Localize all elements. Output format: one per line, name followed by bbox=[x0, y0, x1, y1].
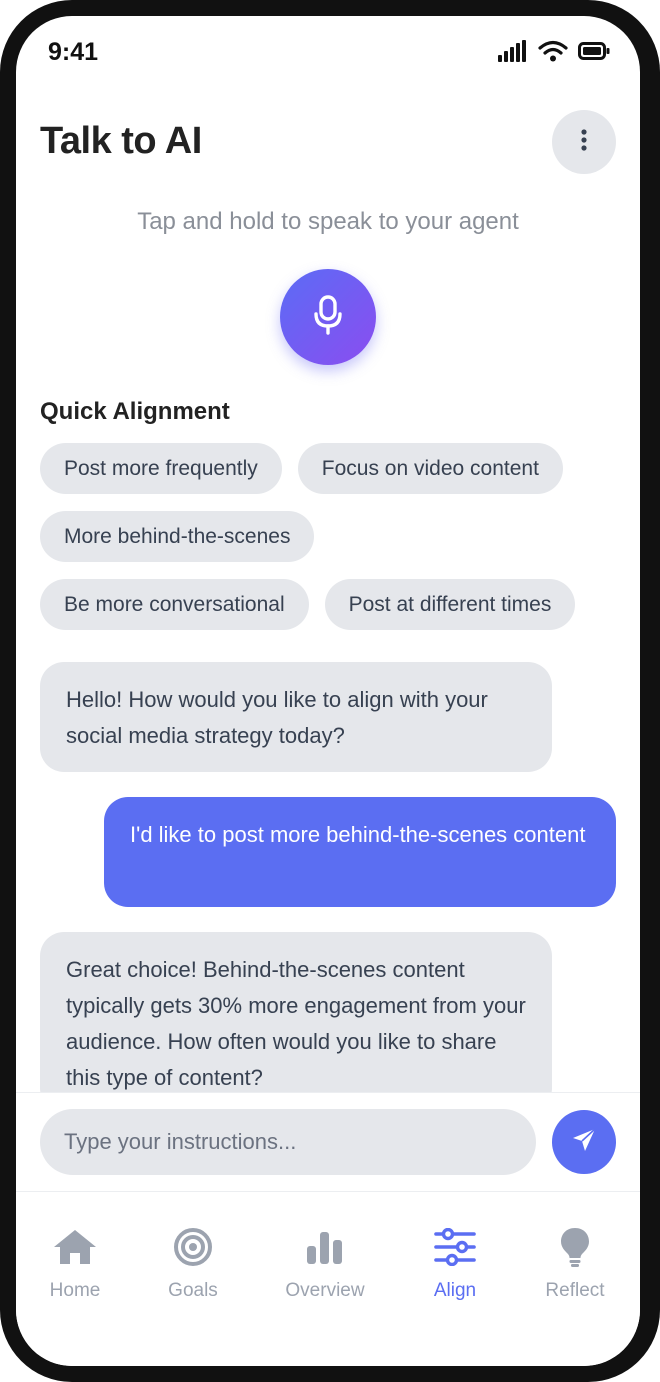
tab-reflect[interactable]: Reflect bbox=[520, 1226, 630, 1302]
microphone-button[interactable] bbox=[280, 269, 376, 365]
target-icon bbox=[173, 1226, 213, 1268]
app-screen: 9:41 Talk to AI Tap and hold to speak to… bbox=[16, 16, 640, 1366]
tab-overview[interactable]: Overview bbox=[270, 1226, 380, 1302]
send-icon bbox=[571, 1127, 597, 1158]
tab-home[interactable]: Home bbox=[20, 1226, 130, 1302]
quick-alignment-title: Quick Alignment bbox=[40, 398, 230, 425]
tab-label: Home bbox=[49, 1280, 101, 1301]
lightbulb-icon bbox=[560, 1226, 590, 1268]
chip-behind-the-scenes[interactable]: More behind-the-scenes bbox=[40, 511, 315, 562]
chat-message-ai: Great choice! Behind-the-scenes content … bbox=[40, 932, 552, 1092]
chip-post-more-frequently[interactable]: Post more frequently bbox=[40, 443, 282, 494]
signal-icon bbox=[498, 40, 528, 62]
voice-hint: Tap and hold to speak to your agent bbox=[137, 208, 519, 235]
status-time: 9:41 bbox=[48, 38, 99, 66]
sliders-icon bbox=[434, 1226, 476, 1268]
bar-chart-icon bbox=[307, 1226, 343, 1268]
page-title: Talk to AI bbox=[40, 120, 202, 162]
battery-icon bbox=[578, 41, 610, 61]
chat-message-ai: Hello! How would you like to align with … bbox=[40, 662, 552, 772]
status-icons bbox=[498, 40, 610, 62]
bottom-tab-bar: Home Goals Overview Align Reflect bbox=[16, 1192, 640, 1366]
chat-thread[interactable]: Hello! How would you like to align with … bbox=[40, 662, 616, 1092]
vertical-dots-icon bbox=[580, 128, 588, 156]
composer-bar bbox=[16, 1092, 640, 1192]
tab-label: Align bbox=[433, 1280, 477, 1301]
chip-be-conversational[interactable]: Be more conversational bbox=[40, 579, 309, 630]
tab-label: Goals bbox=[168, 1280, 218, 1301]
chip-post-different-times[interactable]: Post at different times bbox=[324, 579, 576, 630]
tab-label: Overview bbox=[285, 1280, 365, 1301]
chip-focus-video-content[interactable]: Focus on video content bbox=[297, 443, 563, 494]
tab-label: Reflect bbox=[545, 1280, 605, 1301]
tab-align[interactable]: Align bbox=[400, 1226, 510, 1302]
quick-alignment-chips: Post more frequently Focus on video cont… bbox=[40, 443, 620, 647]
more-options-button[interactable] bbox=[552, 110, 616, 174]
wifi-icon bbox=[538, 40, 568, 62]
home-icon bbox=[52, 1226, 98, 1268]
send-button[interactable] bbox=[552, 1110, 616, 1174]
device-frame: 9:41 Talk to AI Tap and hold to speak to… bbox=[0, 0, 660, 1382]
instructions-input[interactable] bbox=[40, 1109, 536, 1175]
tab-goals[interactable]: Goals bbox=[138, 1226, 248, 1302]
microphone-icon bbox=[313, 294, 343, 340]
chat-message-user: I'd like to post more behind-the-scenes … bbox=[104, 797, 616, 907]
